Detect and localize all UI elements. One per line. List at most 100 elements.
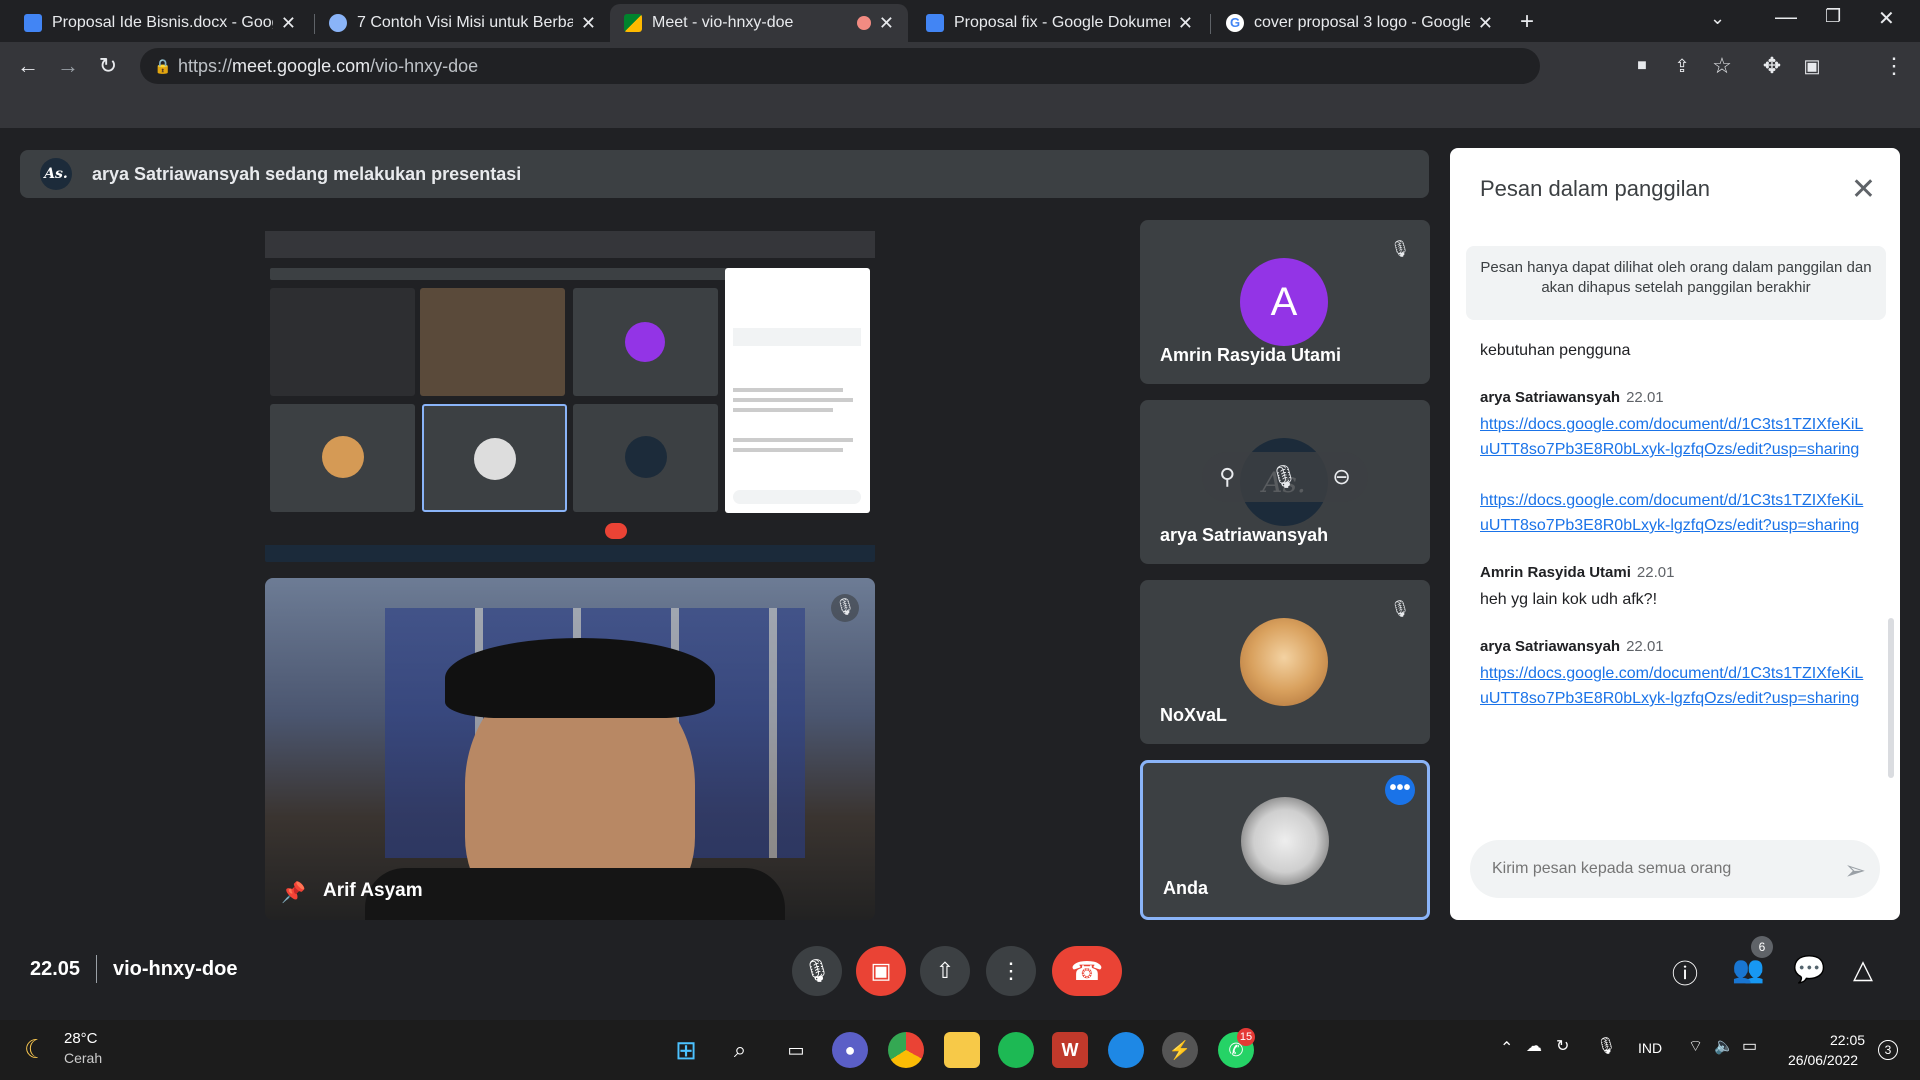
clock-time[interactable]: 22:05: [1830, 1032, 1865, 1048]
camera-icon[interactable]: ■: [1628, 52, 1656, 80]
shield-icon: [329, 14, 347, 32]
send-icon[interactable]: ➢: [1844, 855, 1866, 886]
word-icon[interactable]: W: [1052, 1032, 1088, 1068]
camera-off-icon: ▣: [870, 958, 892, 983]
tab-visi-misi[interactable]: 7 Contoh Visi Misi untuk Berbaga ✕: [315, 4, 610, 42]
participant-name: NoXvaL: [1160, 705, 1228, 725]
sync-icon[interactable]: ↻: [1556, 1036, 1569, 1056]
weather-desc: Cerah: [64, 1050, 103, 1066]
message-link[interactable]: https://docs.google.com/document/d/1C3ts…: [1480, 661, 1870, 711]
message-time: 22.01: [1626, 389, 1664, 406]
volume-icon[interactable]: 🔈: [1714, 1036, 1734, 1056]
chat-input[interactable]: [1470, 840, 1880, 898]
mini-video-tile: [420, 288, 565, 396]
camera-toggle-button[interactable]: ▣: [856, 946, 906, 996]
participant-tile-anda[interactable]: ••• Anda: [1140, 760, 1430, 920]
spotify-icon[interactable]: [998, 1032, 1034, 1068]
remove-icon[interactable]: ⊖: [1332, 464, 1350, 490]
search-icon[interactable]: ⌕: [722, 1032, 758, 1068]
close-icon[interactable]: ✕: [1178, 13, 1193, 34]
leave-call-button[interactable]: ☎: [1052, 946, 1122, 996]
task-view-icon[interactable]: ▭: [778, 1032, 814, 1068]
close-icon[interactable]: ✕: [1851, 172, 1876, 207]
hangup-icon: ☎: [1070, 955, 1104, 986]
message-link[interactable]: https://docs.google.com/document/d/1C3ts…: [1480, 412, 1870, 462]
reload-button[interactable]: ↻: [94, 52, 122, 80]
participant-tile-arya[interactable]: As. ⚲ 🎙 ⊖ arya Satriawansyah: [1140, 400, 1430, 564]
docs-icon: [24, 14, 42, 32]
mic-icon[interactable]: 🎙: [1270, 464, 1298, 490]
more-vert-icon: ⋮: [1000, 958, 1022, 983]
lock-icon: 🔒: [154, 58, 172, 74]
video-tile-arif[interactable]: 🎙 📌 Arif Asyam: [265, 578, 875, 920]
mic-off-icon: 🎙: [1389, 601, 1411, 618]
pin-icon[interactable]: ⚲: [1219, 464, 1235, 490]
url-bar[interactable]: 🔒 https://meet.google.com/vio-hnxy-doe: [140, 48, 1540, 84]
close-icon[interactable]: ✕: [581, 13, 596, 34]
tray-chevron-icon[interactable]: ⌃: [1500, 1038, 1513, 1058]
file-explorer-icon[interactable]: [944, 1032, 980, 1068]
google-icon: G: [1226, 14, 1244, 32]
people-icon[interactable]: 👥: [1732, 954, 1764, 985]
chrome-icon[interactable]: [888, 1032, 924, 1068]
wifi-icon[interactable]: ⌔: [1688, 1036, 1703, 1056]
start-icon[interactable]: ⊞: [668, 1032, 704, 1068]
restore-button[interactable]: ❐: [1825, 6, 1841, 27]
back-button[interactable]: ←: [14, 52, 42, 80]
bookmark-star-icon[interactable]: ☆: [1708, 52, 1736, 80]
meeting-time: 22.05: [30, 958, 81, 980]
message-link[interactable]: https://docs.google.com/document/d/1C3ts…: [1480, 488, 1870, 538]
close-icon[interactable]: ✕: [1478, 13, 1493, 34]
participant-name: Anda: [1163, 878, 1208, 898]
forward-button[interactable]: →: [54, 52, 82, 80]
avatar: [1240, 618, 1328, 706]
close-icon[interactable]: ✕: [281, 13, 296, 34]
more-options-button[interactable]: ⋮: [986, 946, 1036, 996]
whatsapp-badge: 15: [1237, 1028, 1255, 1046]
docs-icon: [926, 14, 944, 32]
close-icon[interactable]: ✕: [879, 13, 894, 34]
chat-icon[interactable]: 💬: [1793, 954, 1825, 985]
notification-badge[interactable]: 3: [1878, 1040, 1898, 1060]
message-author: Amrin Rasyida Utami: [1480, 564, 1631, 581]
mic-button[interactable]: 🎙: [792, 946, 842, 996]
mic-tray-icon[interactable]: 🎙: [1596, 1036, 1616, 1056]
side-panel-icon[interactable]: ▣: [1798, 52, 1826, 80]
participant-name: Arif Asyam: [323, 880, 423, 901]
pin-icon[interactable]: 📌: [281, 880, 306, 905]
chat-scrollbar[interactable]: [1888, 618, 1894, 778]
onedrive-icon[interactable]: ☁: [1526, 1036, 1542, 1056]
tab-proposal-ide-bisnis[interactable]: Proposal Ide Bisnis.docx - Googl ✕: [10, 4, 310, 42]
share-icon[interactable]: ⇪: [1668, 52, 1696, 80]
menu-icon[interactable]: ⋮: [1880, 52, 1908, 80]
presenting-banner: As. arya Satriawansyah sedang melakukan …: [20, 150, 1429, 198]
app-icon[interactable]: ⚡: [1162, 1032, 1198, 1068]
info-icon[interactable]: ⓘ: [1672, 954, 1698, 991]
chat-title: Pesan dalam panggilan: [1480, 176, 1710, 201]
participant-name: arya Satriawansyah: [1160, 525, 1329, 545]
tab-proposal-fix[interactable]: Proposal fix - Google Dokumen ✕: [912, 4, 1207, 42]
chat-message: https://docs.google.com/document/d/1C3ts…: [1480, 488, 1870, 538]
people-count-badge: 6: [1751, 936, 1773, 958]
presenting-text: arya Satriawansyah sedang melakukan pres…: [92, 163, 522, 184]
minimize-button[interactable]: —: [1775, 4, 1797, 30]
present-button[interactable]: ⇧: [920, 946, 970, 996]
new-tab-button[interactable]: +: [1520, 8, 1534, 36]
chat-teams-icon[interactable]: ●: [832, 1032, 868, 1068]
tab-cover-proposal[interactable]: G cover proposal 3 logo - Google P ✕: [1212, 4, 1507, 42]
presenter-avatar: As.: [40, 158, 72, 190]
message-time: 22.01: [1626, 638, 1664, 655]
screen-share-tile[interactable]: [265, 220, 875, 562]
language-indicator[interactable]: IND: [1638, 1040, 1662, 1056]
tab-meet[interactable]: Meet - vio-hnxy-doe ✕: [610, 4, 908, 42]
extensions-icon[interactable]: ✥: [1758, 52, 1786, 80]
edge-icon[interactable]: [1108, 1032, 1144, 1068]
tab-search-icon[interactable]: ⌄: [1710, 8, 1725, 29]
participant-tile-amrin[interactable]: A 🎙 Amrin Rasyida Utami: [1140, 220, 1430, 384]
activities-icon[interactable]: △: [1853, 954, 1873, 985]
participant-tile-noxval[interactable]: 🎙 NoXvaL: [1140, 580, 1430, 744]
close-window-button[interactable]: ✕: [1878, 6, 1895, 31]
more-options-icon[interactable]: •••: [1385, 775, 1415, 805]
battery-icon[interactable]: ▭: [1742, 1036, 1757, 1056]
clock-date[interactable]: 26/06/2022: [1788, 1052, 1858, 1068]
